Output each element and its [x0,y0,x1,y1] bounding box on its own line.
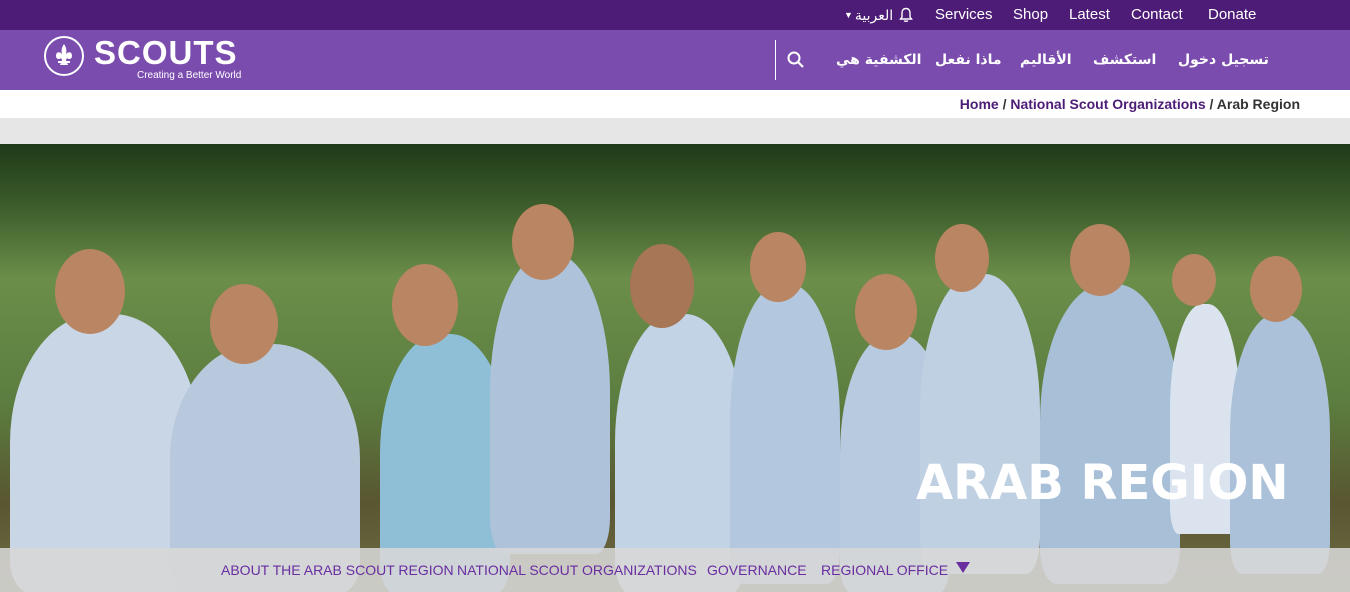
breadcrumb-separator: / [1205,96,1217,112]
subnav-about[interactable]: ABOUT THE ARAB SCOUT REGION [221,548,454,592]
logo-wordmark: SCOUTS [94,34,238,71]
shop-link[interactable]: Shop [1013,0,1048,30]
scouts-emblem-icon [44,36,84,76]
logo-tagline: Creating a Better World [137,70,242,81]
subnav-regional-office[interactable]: REGIONAL OFFICE [821,548,948,592]
scouts-logo[interactable]: SCOUTS Creating a Better World [44,34,244,84]
language-label: العربية [854,6,894,23]
breadcrumb: Home / National Scout Organizations / Ar… [960,96,1300,112]
donate-link[interactable]: Donate [1208,0,1256,30]
subnav-governance[interactable]: GOVERNANCE [707,548,807,592]
contact-link[interactable]: Contact [1131,0,1183,30]
latest-link[interactable]: Latest [1069,0,1110,30]
top-utility-bar: ▼ العربية Services Shop Latest Contact D… [0,0,1350,30]
nav-scouting-is[interactable]: الكشفية هي [836,50,921,70]
breadcrumb-separator: / [998,96,1011,112]
hero-banner: ARAB REGION ABOUT THE ARAB SCOUT REGION … [0,144,1350,592]
nav-what-we-do[interactable]: ماذا نفعل [935,50,1002,70]
nav-regions[interactable]: الأقاليم [1020,50,1072,70]
nav-login[interactable]: تسجيل دخول [1178,50,1269,70]
search-icon[interactable] [786,50,806,70]
subnav-nsos[interactable]: NATIONAL SCOUT ORGANIZATIONS [457,548,697,592]
gray-spacer-band [0,118,1350,144]
breadcrumb-current: Arab Region [1216,96,1300,112]
chevron-down-icon[interactable] [956,562,970,573]
nav-explore[interactable]: استكشف [1093,50,1156,70]
breadcrumb-parent[interactable]: National Scout Organizations [1010,96,1205,112]
caret-down-icon: ▼ [844,10,853,20]
language-selector[interactable]: ▼ العربية [844,0,893,30]
services-link[interactable]: Services [935,0,993,30]
bell-icon[interactable] [898,7,914,23]
breadcrumb-home[interactable]: Home [960,96,999,112]
nav-divider [775,40,776,80]
hero-title: ARAB REGION [916,455,1289,511]
section-subnav: ABOUT THE ARAB SCOUT REGION NATIONAL SCO… [0,548,1350,592]
